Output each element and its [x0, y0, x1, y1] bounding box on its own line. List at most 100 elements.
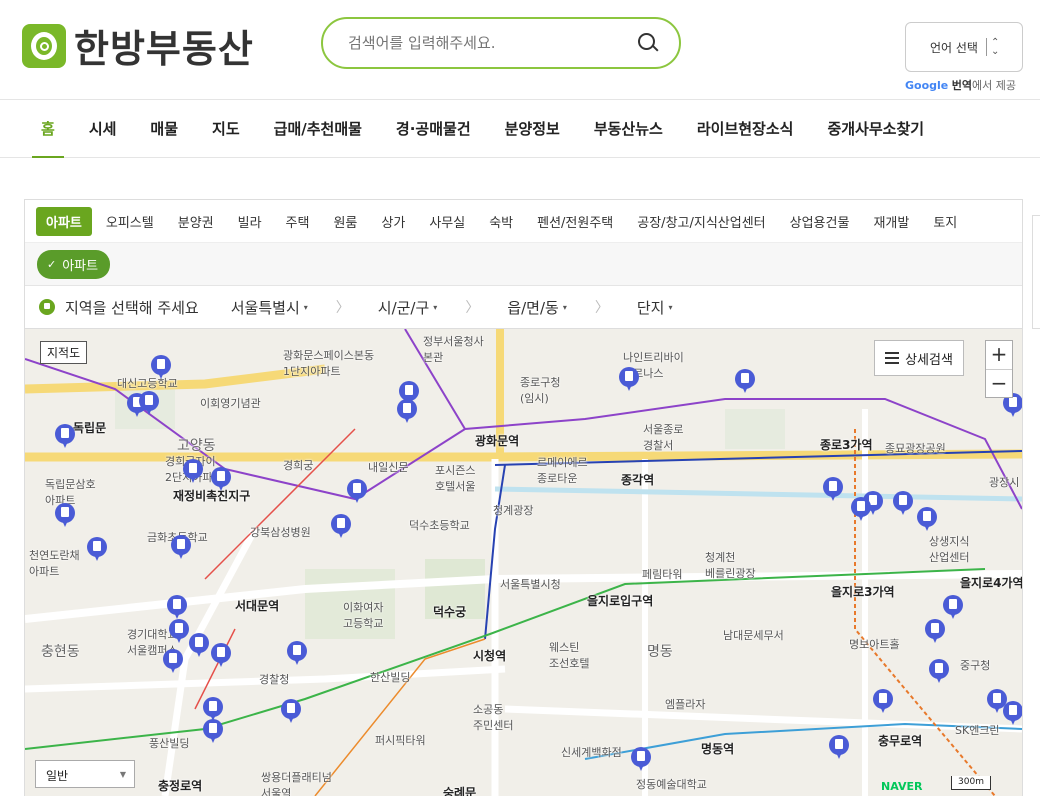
search-bar[interactable] [321, 17, 681, 69]
apartment-marker[interactable] [331, 514, 351, 540]
apartment-marker[interactable] [925, 619, 945, 645]
nav-item-news[interactable]: 부동산뉴스 [577, 100, 680, 158]
map-scale: 300m [951, 776, 991, 790]
nav-item-agency[interactable]: 중개사무소찾기 [810, 100, 941, 158]
nav-item-price[interactable]: 시세 [72, 100, 134, 158]
apartment-marker[interactable] [929, 659, 949, 685]
apartment-marker[interactable] [397, 399, 417, 425]
apartment-marker[interactable] [281, 699, 301, 725]
filter-chip-apartment[interactable]: ✓ 아파트 [37, 249, 111, 279]
map-label: 엠플라자 [665, 698, 706, 711]
apartment-marker[interactable] [851, 497, 871, 523]
translate-label: 번역 [951, 79, 972, 92]
apartment-marker[interactable] [631, 747, 651, 773]
tab-land[interactable]: 토지 [933, 212, 957, 231]
tab-factory[interactable]: 공장/창고/지식산업센터 [637, 212, 765, 231]
apartment-marker[interactable] [619, 367, 639, 393]
nav-item-live[interactable]: 라이브현장소식 [680, 100, 811, 158]
apartment-marker[interactable] [823, 477, 843, 503]
apartment-marker[interactable] [203, 719, 223, 745]
apartment-marker[interactable] [1003, 701, 1022, 727]
apartment-marker[interactable] [139, 391, 159, 417]
map-label: 충정로역 [158, 779, 203, 793]
zoom-control: + − [985, 340, 1013, 398]
apartment-marker[interactable] [167, 595, 187, 621]
map-label: 웨스틴 조선호텔 [549, 641, 590, 670]
detail-search-button[interactable]: 상세검색 [874, 340, 964, 376]
tab-house[interactable]: 주택 [286, 212, 310, 231]
apartment-marker[interactable] [893, 491, 913, 517]
apartment-marker[interactable] [829, 735, 849, 761]
select-sigungu[interactable]: 시/군/구 ▾ [378, 297, 438, 318]
map-label: 덕수궁 [433, 605, 467, 619]
tab-redevelopment[interactable]: 재개발 [873, 212, 909, 231]
map-label: 남대문세무서 [723, 629, 784, 642]
apartment-marker[interactable] [171, 535, 191, 561]
apartment-marker[interactable] [873, 689, 893, 715]
apartment-marker[interactable] [287, 641, 307, 667]
nav-item-listings[interactable]: 매물 [133, 100, 195, 158]
apartment-marker[interactable] [55, 503, 75, 529]
zoom-in-button[interactable]: + [986, 341, 1012, 369]
map-label: 종로3가역 [820, 438, 873, 452]
apartment-marker[interactable] [735, 369, 755, 395]
logo[interactable]: 한방부동산 [22, 18, 254, 73]
cadastral-map-toggle[interactable]: 지적도 [40, 341, 88, 364]
map-label: 쌍용더플래티넘 서울역 [261, 771, 332, 796]
region-prompt: 지역을 선택해 주세요 [65, 298, 199, 317]
apartment-marker[interactable] [55, 424, 75, 450]
map-label: 명보아트홀 [849, 638, 900, 651]
tab-villa[interactable]: 빌라 [238, 212, 262, 231]
map-label: 경희궁 [283, 459, 314, 472]
select-complex[interactable]: 단지 ▾ [637, 297, 673, 318]
tab-presale-right[interactable]: 분양권 [178, 212, 214, 231]
check-icon: ✓ [47, 257, 57, 271]
map-view[interactable]: 광화문스페이스본동 1단지아파트 이회영기념관 독립문 경희궁 내일신문 광화문역… [25, 329, 1022, 796]
select-sido[interactable]: 서울특별시 ▾ [231, 297, 308, 318]
zoom-out-button[interactable]: − [986, 369, 1012, 397]
apartment-marker[interactable] [943, 595, 963, 621]
logo-text: 한방부동산 [74, 27, 254, 71]
map-label: 소공동 주민센터 [473, 703, 514, 732]
nav-item-auction[interactable]: 경·공매물건 [379, 100, 488, 158]
search-icon[interactable] [637, 32, 659, 54]
tab-store[interactable]: 상가 [381, 212, 405, 231]
map-label: 종각역 [621, 473, 655, 487]
map-label: 페림타워 [642, 568, 683, 581]
map-label: 시청역 [473, 649, 507, 663]
apartment-marker[interactable] [211, 643, 231, 669]
language-select[interactable]: 언어 선택 ⌃ ⌄ [905, 22, 1023, 72]
nav-item-home[interactable]: 홈 [24, 100, 72, 158]
apartment-marker[interactable] [189, 633, 209, 659]
nav-item-urgent[interactable]: 급매/추천매물 [257, 100, 379, 158]
map-label: 이회영기념관 [200, 397, 261, 410]
tab-officetel[interactable]: 오피스텔 [106, 212, 154, 231]
map-label: 명동역 [701, 742, 735, 756]
apartment-marker[interactable] [169, 619, 189, 645]
select-dong[interactable]: 읍/면/동 ▾ [507, 297, 567, 318]
side-panel-edge [1032, 215, 1040, 329]
apartment-marker[interactable] [87, 537, 107, 563]
tab-commercial[interactable]: 상업용건물 [790, 212, 850, 231]
apartment-marker[interactable] [211, 467, 231, 493]
tab-apartment[interactable]: 아파트 [36, 206, 92, 236]
filter-icon [885, 352, 900, 364]
map-label: 숭례문 [443, 786, 477, 796]
tab-pension[interactable]: 펜션/전원주택 [537, 212, 613, 231]
tab-lodging[interactable]: 숙박 [489, 212, 513, 231]
logo-icon [22, 23, 66, 68]
apartment-marker[interactable] [163, 649, 183, 675]
apartment-marker[interactable] [183, 459, 203, 485]
map-label: 이화여자 고등학교 [343, 601, 384, 630]
tab-oneroom[interactable]: 원룸 [333, 212, 357, 231]
map-type-select[interactable]: 일반 ▼ [35, 760, 135, 788]
apartment-marker[interactable] [151, 355, 171, 381]
apartment-marker[interactable] [917, 507, 937, 533]
search-input[interactable] [348, 34, 637, 52]
nav-item-presale[interactable]: 분양정보 [488, 100, 577, 158]
nav-item-map[interactable]: 지도 [195, 100, 257, 158]
map-label: 정부서울청사 본관 [423, 335, 484, 364]
tab-office[interactable]: 사무실 [429, 212, 465, 231]
apartment-marker[interactable] [347, 479, 367, 505]
map-label: 을지로3가역 [831, 585, 895, 599]
